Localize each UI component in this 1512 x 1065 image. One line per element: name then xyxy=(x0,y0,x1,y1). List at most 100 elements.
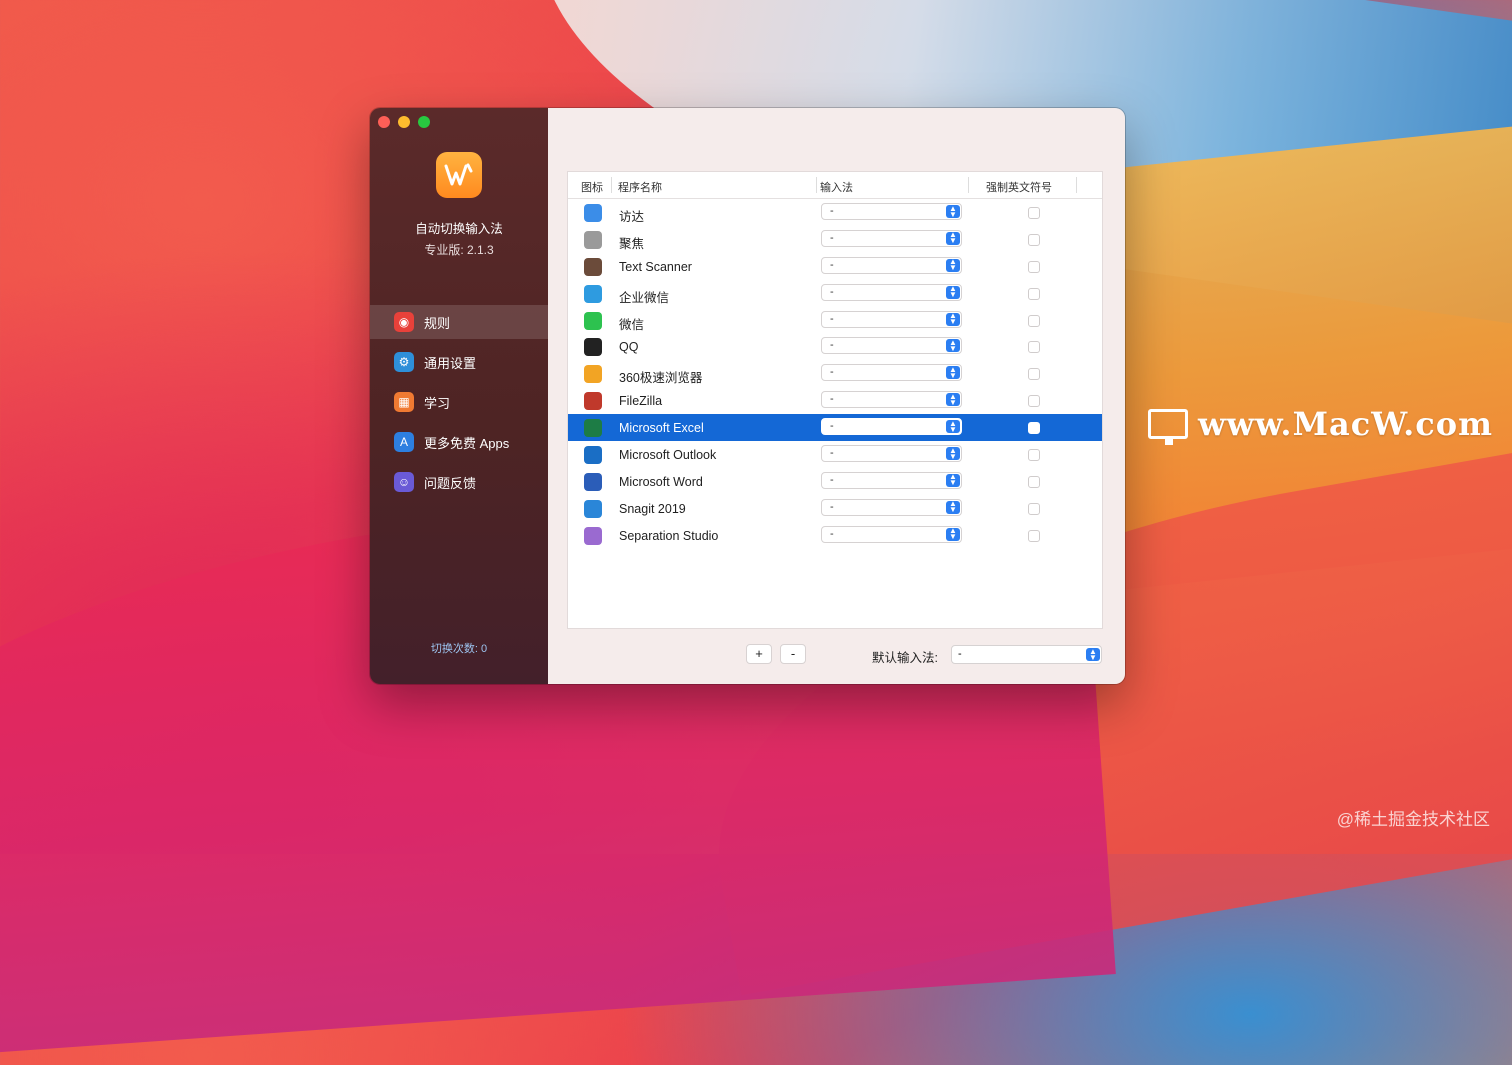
monitor-icon xyxy=(1148,409,1188,445)
input-method-select[interactable]: - ▲ ▼ xyxy=(821,337,962,355)
table-row[interactable]: Microsoft Word - ▲ ▼ xyxy=(568,468,1102,495)
chevron-updown-icon: ▲ ▼ xyxy=(946,446,960,461)
header-force-english[interactable]: 强制英文符号 xyxy=(986,179,1052,195)
app-name-cell: 微信 xyxy=(619,317,645,332)
input-method-select[interactable]: - ▲ ▼ xyxy=(821,391,962,409)
chevron-updown-icon: ▲ ▼ xyxy=(946,392,960,407)
app-version: 专业版: 2.1.3 xyxy=(424,243,494,257)
sidebar-item-rules[interactable]: ◉ 规则 xyxy=(370,305,548,339)
zoom-button[interactable] xyxy=(418,116,430,128)
chevron-updown-icon: ▲ ▼ xyxy=(946,527,960,541)
chevron-updown-icon: ▲ ▼ xyxy=(1086,647,1100,661)
switch-count: 切换次数: 0 xyxy=(430,643,488,655)
rules-table: 图标 程序名称 输入法 强制英文符号 访达 - ▲ ▼ 聚焦 - ▲ ▼ Text Scanne… xyxy=(567,171,1103,629)
input-method-select[interactable]: - ▲ ▼ xyxy=(821,471,962,489)
column-divider xyxy=(611,177,612,193)
default-input-value: - xyxy=(958,648,962,660)
chevron-updown-icon: ▲ ▼ xyxy=(946,204,960,218)
force-english-checkbox[interactable] xyxy=(1028,422,1040,435)
table-row[interactable]: 360极速浏览器 - ▲ ▼ xyxy=(568,360,1102,387)
snagit-icon xyxy=(584,499,602,518)
input-method-value: - xyxy=(830,527,834,540)
main-content: 图标 程序名称 输入法 强制英文符号 访达 - ▲ ▼ 聚焦 - ▲ ▼ Text Scanne… xyxy=(548,108,1125,684)
macw-watermark: www.MacW.com xyxy=(1148,405,1493,445)
force-english-checkbox[interactable] xyxy=(1028,449,1040,462)
sidebar-item-feedback[interactable]: ☺ 问题反馈 xyxy=(370,465,548,499)
chevron-updown-icon: ▲ ▼ xyxy=(946,419,960,434)
table-row[interactable]: QQ - ▲ ▼ xyxy=(568,333,1102,360)
sidebar-item-label: 通用设置 xyxy=(424,355,477,371)
header-name[interactable]: 程序名称 xyxy=(618,179,662,195)
input-method-value: - xyxy=(830,285,834,298)
sidebar-item-more-apps[interactable]: A 更多免费 Apps xyxy=(370,425,548,459)
sidebar-item-general-settings[interactable]: ⚙ 通用设置 xyxy=(370,345,548,379)
table-row[interactable]: Separation Studio - ▲ ▼ xyxy=(568,522,1102,549)
table-row[interactable]: 访达 - ▲ ▼ xyxy=(568,199,1102,226)
table-row[interactable]: FileZilla - ▲ ▼ xyxy=(568,387,1102,414)
force-english-checkbox[interactable] xyxy=(1028,529,1040,542)
default-input-select[interactable]: - ▲ ▼ xyxy=(951,645,1102,664)
input-method-value: - xyxy=(830,366,834,379)
force-english-checkbox[interactable] xyxy=(1028,395,1040,408)
force-english-checkbox[interactable] xyxy=(1028,314,1040,327)
excel-icon xyxy=(584,419,602,438)
header-icon[interactable]: 图标 xyxy=(581,179,603,195)
input-method-value: - xyxy=(830,420,834,433)
input-method-select[interactable]: - ▲ ▼ xyxy=(821,498,962,516)
add-button[interactable]: + xyxy=(746,644,772,664)
app-window: 自动切换输入法 专业版: 2.1.3 ◉ 规则 ⚙ 通用设置 ▦ 学习 A 更多… xyxy=(370,108,1125,684)
input-method-select[interactable]: - ▲ ▼ xyxy=(821,283,962,301)
input-method-select[interactable]: - ▲ ▼ xyxy=(821,256,962,274)
sidebar-item-learn[interactable]: ▦ 学习 xyxy=(370,385,548,419)
force-english-checkbox[interactable] xyxy=(1028,260,1040,273)
table-row[interactable]: 聚焦 - ▲ ▼ xyxy=(568,226,1102,253)
close-button[interactable] xyxy=(378,116,390,128)
input-method-select[interactable]: - ▲ ▼ xyxy=(821,445,962,463)
rules-icon: ◉ xyxy=(394,312,414,332)
force-english-checkbox[interactable] xyxy=(1028,368,1040,381)
text-scanner-icon xyxy=(584,257,602,276)
input-method-value: - xyxy=(830,231,834,244)
input-method-select[interactable]: - ▲ ▼ xyxy=(821,229,962,247)
chevron-updown-icon: ▲ ▼ xyxy=(946,258,960,272)
gear-icon: ⚙ xyxy=(394,352,414,372)
column-divider xyxy=(816,177,817,193)
appstore-icon: A xyxy=(394,432,414,452)
input-method-select[interactable]: - ▲ ▼ xyxy=(821,364,962,382)
chevron-updown-icon: ▲ ▼ xyxy=(946,285,960,299)
table-row[interactable]: Microsoft Excel - ▲ ▼ xyxy=(568,414,1102,442)
browser-360-icon xyxy=(584,365,602,384)
force-english-checkbox[interactable] xyxy=(1028,233,1040,246)
force-english-checkbox[interactable] xyxy=(1028,287,1040,300)
window-controls xyxy=(378,116,430,128)
input-method-value: - xyxy=(830,339,834,352)
input-method-value: - xyxy=(830,473,834,486)
app-name-cell: FileZilla xyxy=(619,394,663,409)
chevron-updown-icon: ▲ ▼ xyxy=(946,338,960,353)
table-row[interactable]: Microsoft Outlook - ▲ ▼ xyxy=(568,441,1102,468)
input-method-select[interactable]: - ▲ ▼ xyxy=(821,203,962,220)
input-method-select[interactable]: - ▲ ▼ xyxy=(821,310,962,328)
remove-button[interactable]: - xyxy=(780,644,806,664)
input-method-value: - xyxy=(830,500,834,513)
app-name-cell: Separation Studio xyxy=(619,528,719,543)
chevron-updown-icon: ▲ ▼ xyxy=(946,500,960,514)
sidebar-nav: ◉ 规则 ⚙ 通用设置 ▦ 学习 A 更多免费 Apps ☺ 问题反馈 xyxy=(370,305,548,505)
input-method-value: - xyxy=(830,393,834,406)
sidebar-item-label: 规则 xyxy=(424,315,451,331)
input-method-select[interactable]: - ▲ ▼ xyxy=(821,525,962,543)
table-row[interactable]: Text Scanner - ▲ ▼ xyxy=(568,253,1102,280)
force-english-checkbox[interactable] xyxy=(1028,341,1040,354)
minimize-button[interactable] xyxy=(398,116,410,128)
force-english-checkbox[interactable] xyxy=(1028,207,1040,219)
header-input-method[interactable]: 输入法 xyxy=(820,179,853,195)
force-english-checkbox[interactable] xyxy=(1028,475,1040,488)
juejin-watermark: @稀土掘金技术社区 xyxy=(1336,810,1490,829)
force-english-checkbox[interactable] xyxy=(1028,502,1040,515)
table-row[interactable]: 企业微信 - ▲ ▼ xyxy=(568,280,1102,307)
table-row[interactable]: Snagit 2019 - ▲ ▼ xyxy=(568,495,1102,522)
input-method-value: - xyxy=(830,312,834,325)
chevron-updown-icon: ▲ ▼ xyxy=(946,365,960,380)
table-row[interactable]: 微信 - ▲ ▼ xyxy=(568,307,1102,334)
input-method-select[interactable]: - ▲ ▼ xyxy=(821,418,962,436)
